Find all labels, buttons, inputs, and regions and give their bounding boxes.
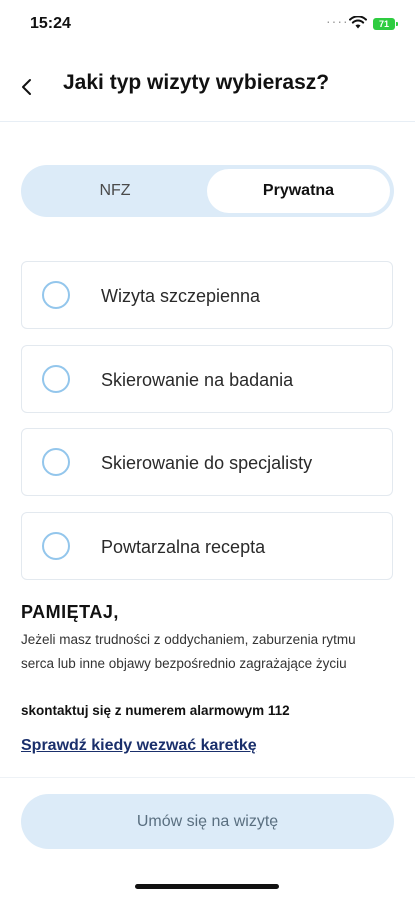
- option-label: Skierowanie na badania: [101, 370, 294, 390]
- radio-button[interactable]: [42, 448, 70, 476]
- ambulance-info-link[interactable]: Sprawdź kiedy wezwać karetkę: [21, 737, 257, 755]
- notice-text: Jeżeli masz trudności z oddychaniem, zab…: [21, 632, 356, 671]
- radio-button[interactable]: [42, 281, 70, 309]
- book-visit-button[interactable]: Umów się na wizytę: [21, 794, 394, 849]
- home-indicator: [135, 884, 279, 889]
- notice-title: PAMIĘTAJ,: [21, 602, 119, 622]
- option-label: Powtarzalna recepta: [101, 537, 266, 557]
- option-label: Skierowanie do specjalisty: [101, 453, 313, 473]
- battery-icon: 71: [373, 18, 398, 30]
- status-time: 15:24: [30, 15, 71, 32]
- option-wizyta-szczepienna[interactable]: Wizyta szczepienna: [21, 261, 393, 329]
- option-skierowanie-do-specjalisty[interactable]: Skierowanie do specjalisty: [21, 428, 393, 496]
- option-powtarzalna-recepta[interactable]: Powtarzalna recepta: [21, 512, 393, 580]
- tab-prywatna[interactable]: Prywatna: [207, 169, 390, 213]
- status-bar: 15:24 ···· 71: [0, 0, 415, 50]
- tab-nfz[interactable]: NFZ: [25, 169, 205, 213]
- page-title: Jaki typ wizyty wybierasz?: [63, 71, 330, 94]
- option-skierowanie-na-badania[interactable]: Skierowanie na badania: [21, 345, 393, 413]
- emergency-number-text: skontaktuj się z numerem alarmowym 112: [21, 703, 290, 718]
- header: Jaki typ wizyty wybierasz?: [0, 55, 415, 122]
- divider: [0, 777, 415, 778]
- cellular-signal-icon: ····: [326, 13, 349, 29]
- radio-button[interactable]: [42, 532, 70, 560]
- option-label: Wizyta szczepienna: [101, 286, 261, 306]
- visit-type-segment: NFZ Prywatna: [21, 165, 394, 217]
- chevron-left-icon[interactable]: [14, 73, 42, 101]
- wifi-icon: [349, 16, 367, 29]
- radio-button[interactable]: [42, 365, 70, 393]
